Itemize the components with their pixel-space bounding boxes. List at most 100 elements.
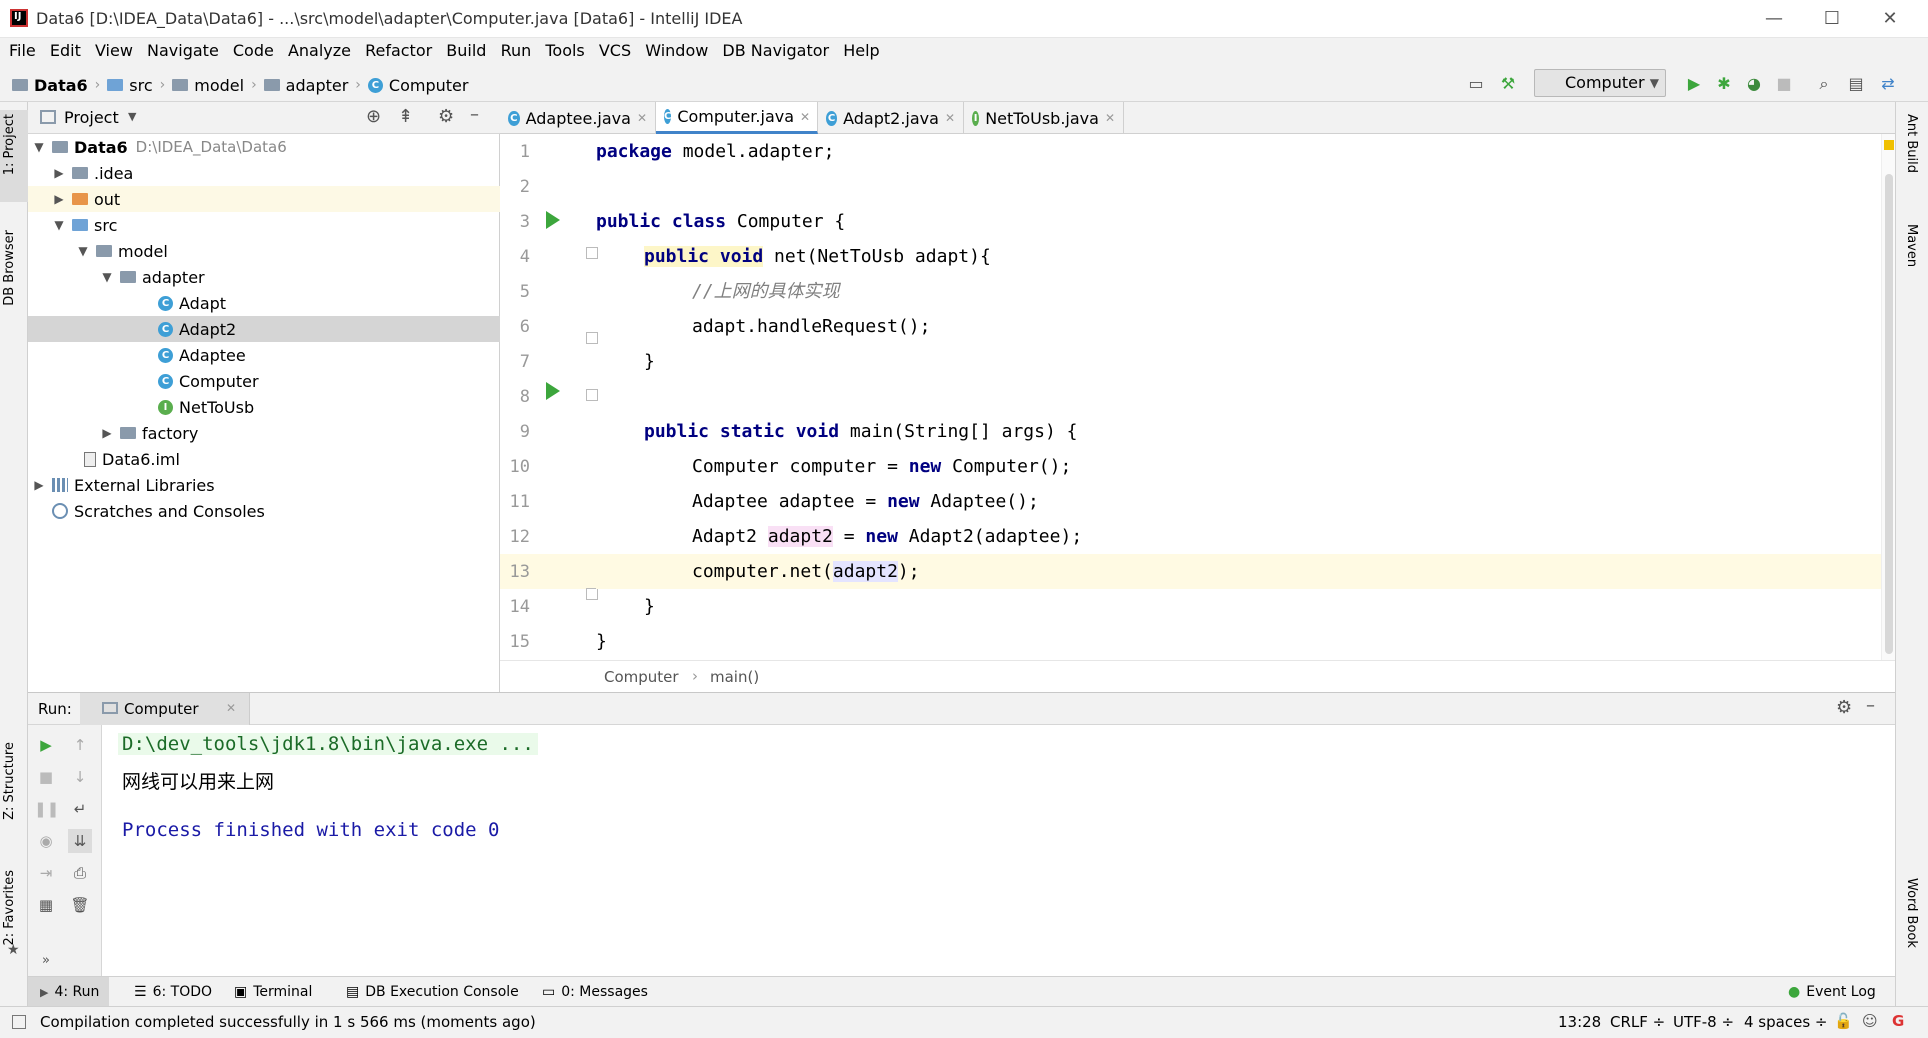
menu-view[interactable]: View: [95, 38, 133, 64]
soft-wrap-icon[interactable]: ↵: [68, 797, 92, 821]
scroll-to-end-icon[interactable]: ⇊: [68, 829, 92, 853]
tree-row-external-libraries[interactable]: ▶ External Libraries: [28, 472, 500, 498]
google-translate-icon[interactable]: G: [1892, 1012, 1904, 1030]
close-button[interactable]: ✕: [1862, 4, 1918, 34]
menu-navigate[interactable]: Navigate: [147, 38, 219, 64]
coverage-icon[interactable]: ◕: [1742, 72, 1766, 96]
breadcrumb-project[interactable]: Data6: [34, 76, 88, 95]
hector-icon[interactable]: ☺: [1862, 1012, 1878, 1030]
maximize-button[interactable]: ☐: [1804, 4, 1860, 34]
indent-setting[interactable]: 4 spaces ÷: [1744, 1013, 1827, 1031]
run-tab-computer[interactable]: Computer ✕: [80, 693, 250, 725]
event-log-button[interactable]: ● Event Log: [1778, 977, 1886, 1007]
tool-window-toggle-icon[interactable]: [12, 1015, 26, 1029]
tree-row-adaptee[interactable]: C Adaptee: [28, 342, 500, 368]
caret-position[interactable]: 13:28: [1558, 1013, 1601, 1031]
locate-icon[interactable]: ⊕: [366, 106, 381, 127]
close-icon[interactable]: ✕: [800, 110, 810, 124]
tree-row-adapt[interactable]: C Adapt: [28, 290, 500, 316]
stop-icon[interactable]: ■: [34, 765, 58, 789]
exit-icon[interactable]: ⇥: [34, 861, 58, 885]
debug-bug-icon[interactable]: ✱: [1712, 72, 1736, 96]
tree-row-data6[interactable]: ▼ Data6 D:\IDEA_Data\Data6: [28, 134, 500, 160]
tree-row-computer[interactable]: C Computer: [28, 368, 500, 394]
build-hammer-icon[interactable]: ⚒: [1496, 72, 1520, 96]
tree-row-idea[interactable]: ▶ .idea: [28, 160, 500, 186]
collapse-all-icon[interactable]: ⇞: [398, 106, 413, 127]
chevron-down-icon[interactable]: ▼: [100, 270, 114, 284]
breadcrumb-computer[interactable]: Computer: [389, 76, 469, 95]
rerun-icon[interactable]: ▶: [34, 733, 58, 757]
arrow-up-icon[interactable]: ↑: [68, 733, 92, 757]
close-icon[interactable]: ✕: [226, 701, 236, 715]
file-encoding[interactable]: UTF-8 ÷: [1673, 1013, 1734, 1031]
menu-refactor[interactable]: Refactor: [365, 38, 432, 64]
tab-db-console[interactable]: ▤ DB Execution Console: [336, 977, 529, 1007]
tree-row-adapt2[interactable]: C Adapt2: [28, 316, 500, 342]
tab-adaptee-java[interactable]: C Adaptee.java ✕: [500, 102, 656, 134]
tab-db-browser[interactable]: DB Browser: [2, 230, 17, 306]
hide-icon[interactable]: –: [1866, 695, 1875, 716]
editor-scrollbar[interactable]: [1881, 134, 1895, 660]
close-icon[interactable]: ✕: [945, 111, 955, 125]
menu-run[interactable]: Run: [501, 38, 532, 64]
chevron-right-icon[interactable]: ▶: [32, 478, 46, 492]
tab-maven[interactable]: Maven: [1904, 224, 1919, 267]
close-icon[interactable]: ✕: [637, 111, 647, 125]
line-separator[interactable]: CRLF ÷: [1610, 1013, 1665, 1031]
tab-todo[interactable]: ☰ 6: TODO: [124, 977, 222, 1007]
chevron-down-icon[interactable]: ▼: [128, 110, 136, 123]
breadcrumb-src[interactable]: src: [129, 76, 152, 95]
breadcrumb-adapter[interactable]: adapter: [286, 76, 349, 95]
menu-vcs[interactable]: VCS: [599, 38, 631, 64]
tab-terminal[interactable]: ▣ Terminal: [224, 977, 322, 1007]
tab-nettousb-java[interactable]: I NetToUsb.java ✕: [964, 102, 1124, 134]
tree-row-nettousb[interactable]: I NetToUsb: [28, 394, 500, 420]
chevron-down-icon[interactable]: ▼: [52, 218, 66, 232]
stop-icon[interactable]: ■: [1772, 72, 1796, 96]
editor-crumb-method[interactable]: main(): [710, 668, 759, 686]
tab-messages[interactable]: ▭ 0: Messages: [532, 977, 658, 1007]
tree-row-adapter[interactable]: ▼ adapter: [28, 264, 500, 290]
run-class-icon[interactable]: [546, 211, 560, 229]
close-icon[interactable]: ✕: [1105, 111, 1115, 125]
gear-icon[interactable]: ⚙: [438, 106, 454, 127]
more-icon[interactable]: »: [34, 949, 58, 973]
search-icon[interactable]: ⌕: [1812, 72, 1836, 96]
trash-icon[interactable]: 🗑: [68, 893, 92, 917]
hide-icon[interactable]: –: [470, 104, 479, 125]
chevron-right-icon[interactable]: ▶: [52, 166, 66, 180]
lock-icon[interactable]: 🔓: [1834, 1012, 1853, 1030]
tab-structure[interactable]: Z: Structure: [2, 742, 17, 820]
tree-row-src[interactable]: ▼ src: [28, 212, 500, 238]
code-area[interactable]: package model.adapter; public class Comp…: [596, 134, 1881, 660]
run-icon[interactable]: ▶: [1682, 72, 1706, 96]
run-configuration-select[interactable]: Computer ▼: [1534, 69, 1666, 97]
inspection-status-icon[interactable]: [1884, 140, 1894, 150]
chevron-right-icon[interactable]: ▶: [100, 426, 114, 440]
gear-icon[interactable]: ⚙: [1836, 697, 1852, 718]
tab-project[interactable]: 1: Project: [2, 114, 17, 175]
chevron-down-icon[interactable]: ▼: [32, 140, 46, 154]
run-main-icon[interactable]: [546, 382, 560, 400]
menu-tools[interactable]: Tools: [545, 38, 584, 64]
menu-analyze[interactable]: Analyze: [288, 38, 351, 64]
menu-edit[interactable]: Edit: [50, 38, 81, 64]
menu-window[interactable]: Window: [645, 38, 708, 64]
tree-row-out[interactable]: ▶ out: [28, 186, 500, 212]
print-icon[interactable]: ⎙: [68, 861, 92, 885]
tab-computer-java[interactable]: C Computer.java ✕: [656, 102, 818, 134]
tree-row-model[interactable]: ▼ model: [28, 238, 500, 264]
tab-ant-build[interactable]: Ant Build: [1904, 114, 1919, 173]
pause-icon[interactable]: ❚❚: [34, 797, 59, 821]
project-settings-icon[interactable]: ▤: [1844, 72, 1868, 96]
menu-db-navigator[interactable]: DB Navigator: [722, 38, 829, 64]
layout-icon[interactable]: ▦: [34, 893, 58, 917]
minimize-button[interactable]: —: [1746, 4, 1802, 34]
editor-crumb-class[interactable]: Computer: [604, 668, 679, 686]
tree-row-scratches[interactable]: Scratches and Consoles: [28, 498, 500, 524]
translate-icon[interactable]: ⇄: [1876, 72, 1900, 96]
breadcrumb-model[interactable]: model: [194, 76, 244, 95]
project-view-label[interactable]: Project: [64, 108, 119, 127]
camera-icon[interactable]: ◉: [34, 829, 58, 853]
